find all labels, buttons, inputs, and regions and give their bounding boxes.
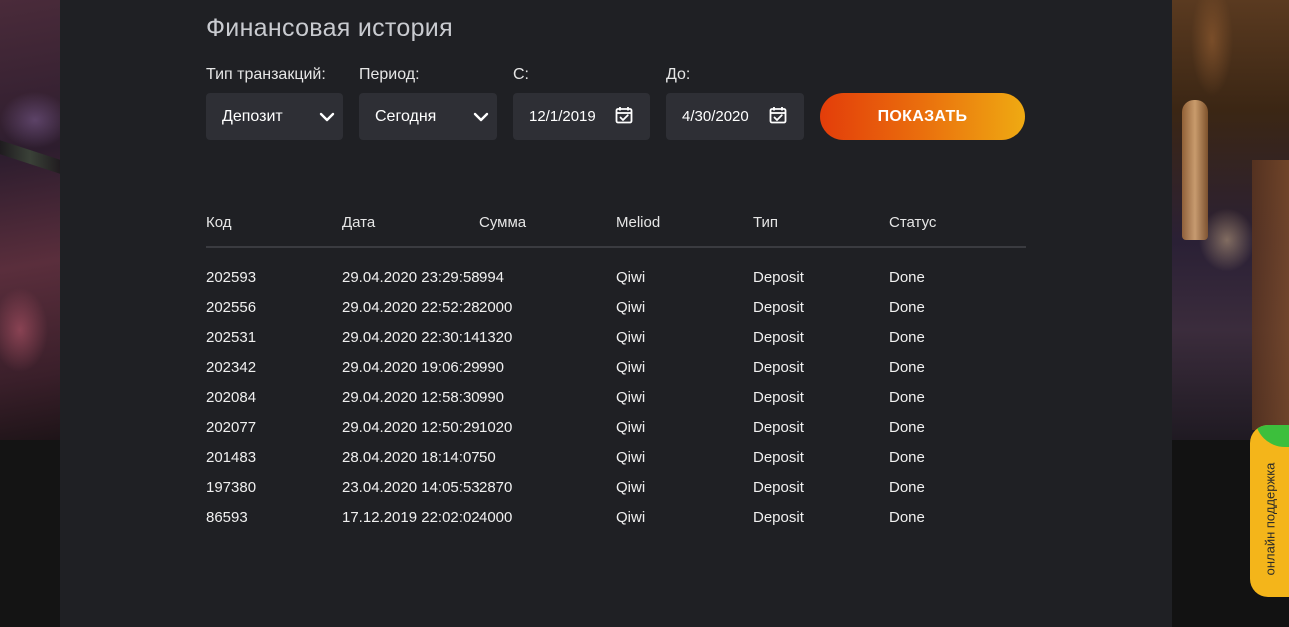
cell-method: Qiwi [616, 269, 646, 286]
cell-status: Done [889, 419, 925, 436]
cell-method: Qiwi [616, 389, 646, 406]
page-title: Финансовая история [206, 14, 453, 42]
cell-method: Qiwi [616, 419, 646, 436]
column-header-date: Дата [342, 214, 376, 231]
cell-date: 17.12.2019 22:02:02 [342, 509, 480, 526]
cell-status: Done [889, 479, 925, 496]
cell-method: Qiwi [616, 479, 646, 496]
table-row: 202556 29.04.2020 22:52:28 2000 Qiwi Dep… [206, 292, 1026, 322]
date-to-value: 4/30/2020 [682, 108, 749, 125]
cell-amount: 1020 [479, 419, 513, 436]
transaction-type-value: Депозит [222, 107, 283, 125]
table-row: 202084 29.04.2020 12:58:30 990 Qiwi Depo… [206, 382, 1026, 412]
online-support-tab[interactable]: онлайн поддержка [1250, 425, 1289, 597]
cell-amount: 2870 [479, 479, 513, 496]
cell-code: 197380 [206, 479, 257, 496]
column-header-code: Код [206, 214, 232, 231]
background-art-right [1172, 0, 1289, 440]
cell-code: 202077 [206, 419, 257, 436]
cell-status: Done [889, 269, 925, 286]
cell-method: Qiwi [616, 299, 646, 316]
period-label: Период: [359, 66, 420, 83]
cell-type: Deposit [753, 419, 804, 436]
cell-amount: 2000 [479, 299, 513, 316]
column-header-type: Тип [753, 214, 779, 231]
cell-code: 201483 [206, 449, 257, 466]
table-row: 201483 28.04.2020 18:14:07 50 Qiwi Depos… [206, 442, 1026, 472]
table-row: 197380 23.04.2020 14:05:53 2870 Qiwi Dep… [206, 472, 1026, 502]
transaction-type-select[interactable]: Депозит [206, 93, 343, 140]
table-row: 202342 29.04.2020 19:06:29 990 Qiwi Depo… [206, 352, 1026, 382]
cell-type: Deposit [753, 329, 804, 346]
table-row: 202077 29.04.2020 12:50:29 1020 Qiwi Dep… [206, 412, 1026, 442]
table-row: 202593 29.04.2020 23:29:58 994 Qiwi Depo… [206, 262, 1026, 292]
cell-type: Deposit [753, 389, 804, 406]
cell-type: Deposit [753, 509, 804, 526]
column-header-amount: Сумма [479, 214, 527, 231]
cell-method: Qiwi [616, 329, 646, 346]
period-value: Сегодня [375, 107, 437, 125]
cell-code: 86593 [206, 509, 248, 526]
table-row: 202531 29.04.2020 22:30:14 1320 Qiwi Dep… [206, 322, 1026, 352]
date-to-label: До: [666, 66, 691, 83]
cell-type: Deposit [753, 449, 804, 466]
chevron-down-icon [469, 105, 493, 129]
table-header: Код Дата Сумма Meliod Тип Статус [206, 208, 1026, 248]
background-art-left [0, 0, 60, 440]
cell-amount: 1320 [479, 329, 513, 346]
cell-method: Qiwi [616, 509, 646, 526]
cell-status: Done [889, 329, 925, 346]
cell-code: 202593 [206, 269, 257, 286]
date-from-value: 12/1/2019 [529, 108, 596, 125]
online-support-label: онлайн поддержка [1262, 462, 1277, 576]
cell-date: 29.04.2020 19:06:29 [342, 359, 480, 376]
cell-amount: 994 [479, 269, 505, 286]
cell-date: 29.04.2020 12:58:30 [342, 389, 480, 406]
transaction-type-label: Тип транзакций: [206, 66, 326, 83]
cell-type: Deposit [753, 479, 804, 496]
cell-date: 29.04.2020 22:30:14 [342, 329, 480, 346]
table-row: 86593 17.12.2019 22:02:02 4000 Qiwi Depo… [206, 502, 1026, 532]
cell-type: Deposit [753, 269, 804, 286]
cell-code: 202556 [206, 299, 257, 316]
cell-type: Deposit [753, 359, 804, 376]
calendar-check-icon[interactable] [614, 105, 634, 129]
date-from-input[interactable]: 12/1/2019 [513, 93, 650, 140]
cell-date: 23.04.2020 14:05:53 [342, 479, 480, 496]
transactions-table: Код Дата Сумма Meliod Тип Статус 202593 … [206, 208, 1026, 532]
cell-code: 202531 [206, 329, 257, 346]
cell-method: Qiwi [616, 449, 646, 466]
cell-code: 202342 [206, 359, 257, 376]
cell-status: Done [889, 359, 925, 376]
cell-date: 29.04.2020 22:52:28 [342, 299, 480, 316]
show-button[interactable]: ПОКАЗАТЬ [820, 93, 1025, 140]
table-body: 202593 29.04.2020 23:29:58 994 Qiwi Depo… [206, 248, 1026, 532]
cell-status: Done [889, 299, 925, 316]
cell-amount: 50 [479, 449, 496, 466]
cell-status: Done [889, 389, 925, 406]
column-header-method: Meliod [616, 214, 661, 231]
cell-status: Done [889, 509, 925, 526]
cell-type: Deposit [753, 299, 804, 316]
cell-amount: 4000 [479, 509, 513, 526]
chevron-down-icon [315, 105, 339, 129]
cell-date: 29.04.2020 23:29:58 [342, 269, 480, 286]
online-status-dot [1255, 425, 1289, 447]
cell-method: Qiwi [616, 359, 646, 376]
cell-code: 202084 [206, 389, 257, 406]
cell-amount: 990 [479, 389, 505, 406]
column-header-status: Статус [889, 214, 937, 231]
calendar-check-icon[interactable] [768, 105, 788, 129]
date-from-label: С: [513, 66, 529, 83]
cell-status: Done [889, 449, 925, 466]
cell-amount: 990 [479, 359, 505, 376]
cell-date: 29.04.2020 12:50:29 [342, 419, 480, 436]
date-to-input[interactable]: 4/30/2020 [666, 93, 804, 140]
period-select[interactable]: Сегодня [359, 93, 497, 140]
financial-history-panel: Финансовая история Тип транзакций: Депоз… [60, 0, 1172, 627]
cell-date: 28.04.2020 18:14:07 [342, 449, 480, 466]
